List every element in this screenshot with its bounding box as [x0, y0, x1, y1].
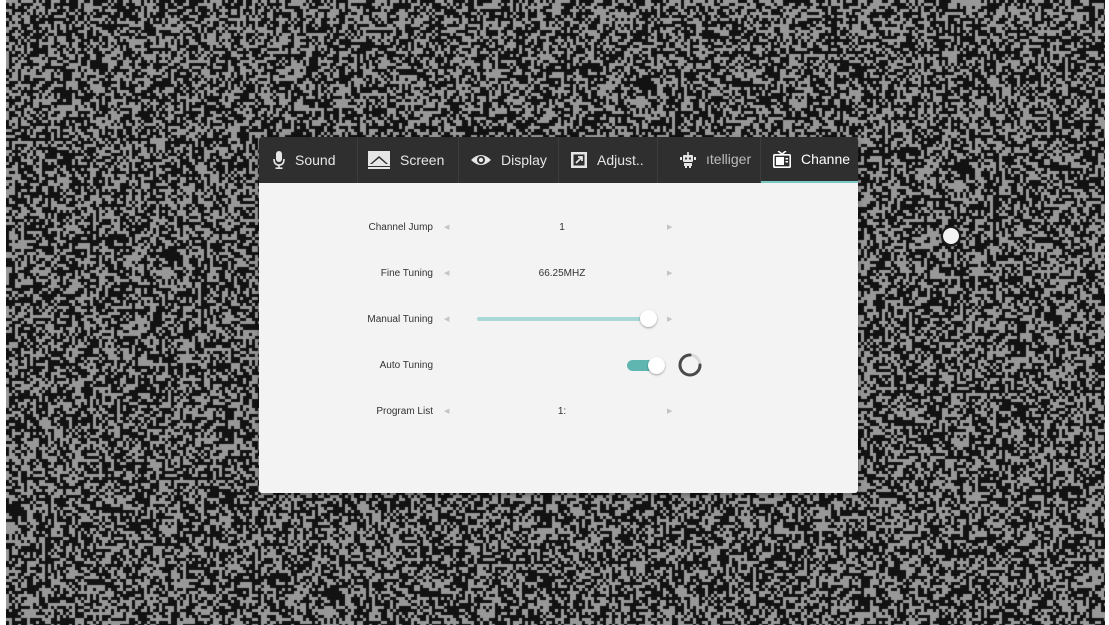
loading-spinner-icon — [678, 353, 702, 377]
tv-icon — [773, 151, 791, 169]
microphone-icon — [273, 151, 285, 169]
channel-settings-content: Channel Jump ◀ 1 ▶ Fine Tuning ◀ 66.25MH… — [259, 183, 858, 493]
tab-channel-label: Channe — [801, 150, 851, 167]
program-list-right-arrow[interactable]: ▶ — [667, 407, 672, 415]
manual-tuning-label: Manual Tuning — [367, 313, 433, 325]
program-list-left-arrow[interactable]: ◀ — [444, 407, 449, 415]
tv-screen: Sound Screen Display Adjust.. ıtelliger … — [0, 0, 1109, 625]
fine-tuning-label: Fine Tuning — [380, 267, 433, 279]
channel-jump-left-arrow[interactable]: ◀ — [444, 223, 449, 231]
tab-intelligent-label: ıtelliger — [706, 150, 752, 167]
fine-tuning-left-arrow[interactable]: ◀ — [444, 269, 449, 277]
channel-jump-label: Channel Jump — [368, 221, 433, 233]
settings-tab-bar: Sound Screen Display Adjust.. ıtelliger … — [259, 137, 858, 183]
auto-tuning-label: Auto Tuning — [379, 359, 433, 371]
tab-screen[interactable]: Screen — [358, 137, 459, 183]
robot-icon — [680, 152, 696, 168]
manual-tuning-right-arrow[interactable]: ▶ — [667, 315, 672, 323]
channel-jump-right-arrow[interactable]: ▶ — [667, 223, 672, 231]
tab-adjust-label: Adjust.. — [597, 152, 644, 168]
fine-tuning-right-arrow[interactable]: ▶ — [667, 269, 672, 277]
tab-adjust[interactable]: Adjust.. — [559, 137, 658, 183]
fine-tuning-value: 66.25MHZ — [538, 267, 586, 279]
auto-tuning-row[interactable]: Auto Tuning — [259, 353, 858, 377]
channel-jump-value: 1 — [559, 221, 565, 233]
screen-border-left — [0, 0, 6, 625]
tab-screen-label: Screen — [400, 152, 445, 168]
screen-icon — [368, 151, 390, 169]
manual-tuning-left-arrow[interactable]: ◀ — [444, 315, 449, 323]
auto-tuning-toggle-thumb[interactable] — [648, 357, 665, 374]
pointer-cursor-icon — [941, 226, 961, 246]
adjust-icon — [571, 152, 587, 168]
tab-intelligent[interactable]: ıtelliger — [658, 137, 761, 183]
tab-display[interactable]: Display — [459, 137, 559, 183]
settings-panel: Sound Screen Display Adjust.. ıtelliger … — [259, 137, 858, 493]
manual-tuning-row[interactable]: Manual Tuning ◀ ▶ — [259, 307, 858, 331]
manual-tuning-slider-track[interactable] — [477, 317, 652, 321]
tab-sound[interactable]: Sound — [259, 137, 358, 183]
channel-jump-row[interactable]: Channel Jump ◀ 1 ▶ — [259, 215, 858, 239]
eye-icon — [471, 153, 491, 167]
screen-border-right — [1105, 0, 1109, 625]
program-list-row[interactable]: Program List ◀ 1: ▶ — [259, 399, 858, 423]
fine-tuning-row[interactable]: Fine Tuning ◀ 66.25MHZ ▶ — [259, 261, 858, 285]
tab-sound-label: Sound — [295, 152, 336, 168]
program-list-label: Program List — [376, 405, 433, 417]
tab-channel[interactable]: Channe — [761, 137, 858, 183]
manual-tuning-slider-thumb[interactable] — [640, 310, 657, 327]
program-list-value: 1: — [557, 405, 567, 417]
tab-display-label: Display — [501, 152, 547, 168]
